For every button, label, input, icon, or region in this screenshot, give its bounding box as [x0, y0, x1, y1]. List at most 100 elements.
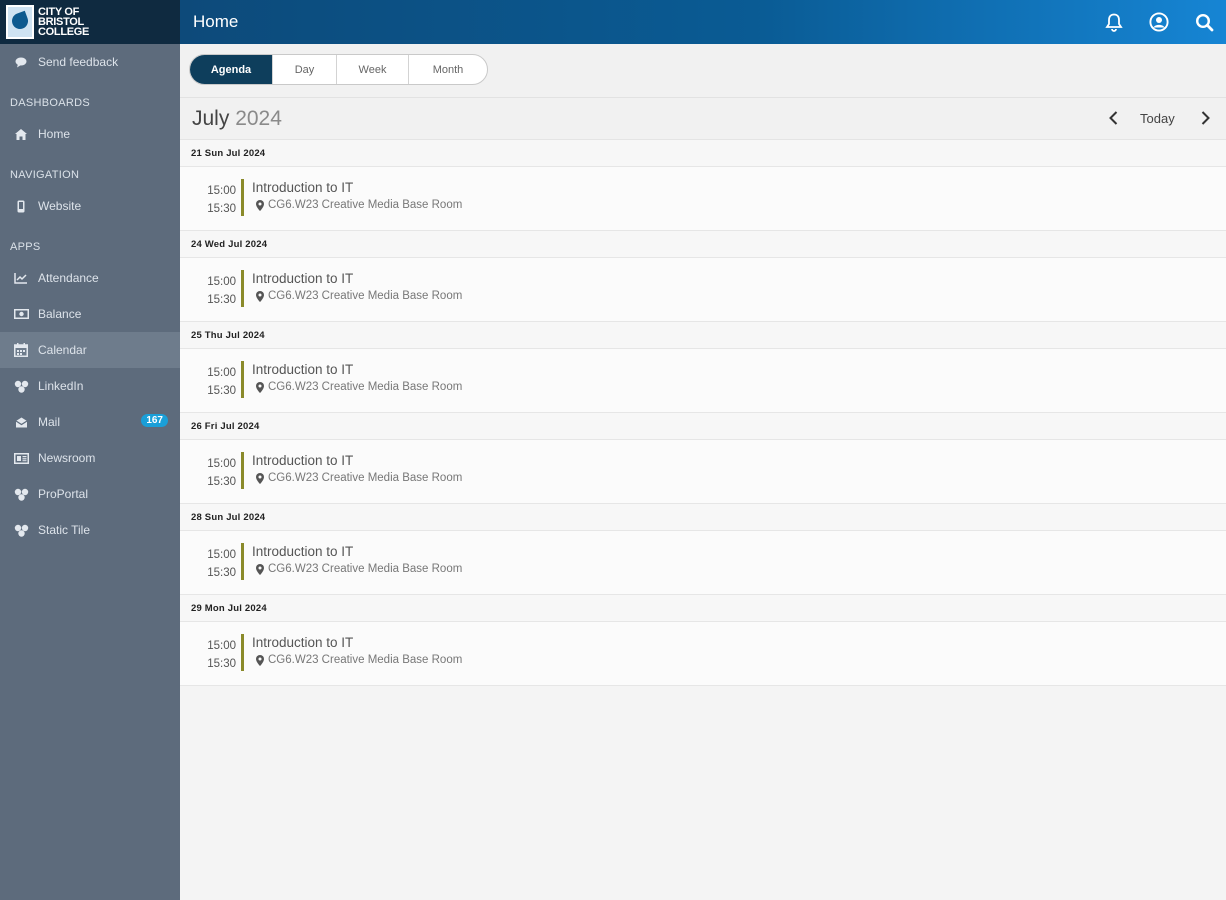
sidebar-item-label: ProPortal	[38, 487, 89, 501]
location-pin-icon	[256, 563, 264, 575]
location-pin-icon	[256, 199, 264, 211]
event-end-time: 15:30	[207, 385, 236, 397]
event-location: CG6.W23 Creative Media Base Room	[268, 472, 463, 484]
speech-bubble-icon	[12, 55, 30, 69]
event-title: Introduction to IT	[252, 271, 354, 286]
sidebar-item-attendance[interactable]: Attendance	[0, 260, 180, 296]
sidebar-item-label: Newsroom	[38, 451, 96, 465]
year-label: 2024	[235, 107, 282, 130]
home-icon	[12, 127, 30, 141]
location-pin-icon	[256, 472, 264, 484]
day-header: 26 Fri Jul 2024	[180, 413, 1226, 440]
tab-agenda[interactable]: Agenda	[190, 55, 273, 84]
agenda-event[interactable]: 15:00 15:30 Introduction to IT CG6.W23 C…	[180, 258, 1226, 322]
agenda-event[interactable]: 15:00 15:30 Introduction to IT CG6.W23 C…	[180, 531, 1226, 595]
sidebar-item-mail[interactable]: Mail 167	[0, 404, 180, 440]
location-pin-icon	[256, 654, 264, 666]
newspaper-icon	[12, 451, 30, 465]
event-title: Introduction to IT	[252, 635, 354, 650]
sidebar-item-static-tile[interactable]: Static Tile	[0, 512, 180, 548]
sidebar-item-label: Calendar	[38, 343, 87, 357]
chevron-left-icon[interactable]	[1106, 110, 1122, 126]
agenda-event[interactable]: 15:00 15:30 Introduction to IT CG6.W23 C…	[180, 167, 1226, 231]
mobile-phone-icon	[12, 199, 30, 213]
sidebar-item-balance[interactable]: Balance	[0, 296, 180, 332]
event-location: CG6.W23 Creative Media Base Room	[268, 654, 463, 666]
sidebar-section-navigation: NAVIGATION	[10, 169, 80, 181]
chart-line-icon	[12, 271, 30, 285]
search-icon[interactable]	[1193, 11, 1215, 33]
event-end-time: 15:30	[207, 658, 236, 670]
agenda-event[interactable]: 15:00 15:30 Introduction to IT CG6.W23 C…	[180, 622, 1226, 686]
agenda-event[interactable]: 15:00 15:30 Introduction to IT CG6.W23 C…	[180, 440, 1226, 504]
tab-month[interactable]: Month	[409, 55, 487, 84]
event-end-time: 15:30	[207, 476, 236, 488]
sidebar-item-send-feedback[interactable]: Send feedback	[0, 44, 180, 80]
agenda-list: 21 Sun Jul 2024 15:00 15:30 Introduction…	[180, 140, 1226, 686]
event-start-time: 15:00	[207, 276, 236, 288]
sidebar: CITY OF BRISTOL COLLEGE Send feedback DA…	[0, 0, 180, 900]
event-end-time: 15:30	[207, 294, 236, 306]
notifications-bell-icon[interactable]	[1103, 11, 1125, 33]
month-year-title: July 2024	[192, 107, 282, 131]
page-title: Home	[193, 12, 239, 31]
view-tabs-bar: Agenda Day Week Month	[180, 44, 1226, 98]
logo-emblem-icon	[6, 5, 34, 39]
sidebar-item-website[interactable]: Website	[0, 188, 180, 224]
user-profile-icon[interactable]	[1148, 11, 1170, 33]
sidebar-item-proportal[interactable]: ProPortal	[0, 476, 180, 512]
mail-unread-badge: 167	[141, 414, 168, 427]
sidebar-item-newsroom[interactable]: Newsroom	[0, 440, 180, 476]
location-pin-icon	[256, 381, 264, 393]
tab-day[interactable]: Day	[273, 55, 337, 84]
sidebar-item-label: Mail	[38, 415, 61, 429]
today-button[interactable]: Today	[1140, 111, 1175, 126]
day-header: 28 Sun Jul 2024	[180, 504, 1226, 531]
event-location: CG6.W23 Creative Media Base Room	[268, 563, 463, 575]
sidebar-item-label: Website	[38, 199, 82, 213]
tile-icon	[12, 487, 30, 501]
event-end-time: 15:30	[207, 203, 236, 215]
college-logo[interactable]: CITY OF BRISTOL COLLEGE	[0, 0, 180, 44]
event-title: Introduction to IT	[252, 180, 354, 195]
day-header: 29 Mon Jul 2024	[180, 595, 1226, 622]
event-location: CG6.W23 Creative Media Base Room	[268, 381, 463, 393]
event-start-time: 15:00	[207, 549, 236, 561]
sidebar-item-label: Home	[38, 127, 71, 141]
calendar-icon	[12, 343, 30, 357]
event-end-time: 15:30	[207, 567, 236, 579]
sidebar-item-label: Static Tile	[38, 523, 91, 537]
tile-icon	[12, 379, 30, 393]
logo-line-3: COLLEGE	[38, 26, 90, 38]
sidebar-item-linkedin[interactable]: LinkedIn	[0, 368, 180, 404]
month-header: July 2024 Today	[180, 98, 1226, 140]
sidebar-section-apps: APPS	[10, 241, 41, 253]
sidebar-item-calendar[interactable]: Calendar	[0, 332, 180, 368]
tab-week[interactable]: Week	[337, 55, 409, 84]
sidebar-section-dashboards: DASHBOARDS	[10, 97, 91, 109]
agenda-event[interactable]: 15:00 15:30 Introduction to IT CG6.W23 C…	[180, 349, 1226, 413]
month-name: July	[192, 107, 230, 130]
event-title: Introduction to IT	[252, 362, 354, 377]
event-start-time: 15:00	[207, 458, 236, 470]
sidebar-item-home[interactable]: Home	[0, 116, 180, 152]
event-start-time: 15:00	[207, 640, 236, 652]
event-location: CG6.W23 Creative Media Base Room	[268, 290, 463, 302]
event-title: Introduction to IT	[252, 453, 354, 468]
sidebar-item-label: Attendance	[38, 271, 99, 285]
mail-icon	[12, 415, 30, 429]
event-color-bar	[241, 543, 244, 580]
event-color-bar	[241, 634, 244, 671]
event-location: CG6.W23 Creative Media Base Room	[268, 199, 463, 211]
event-color-bar	[241, 452, 244, 489]
view-switcher: Agenda Day Week Month	[189, 54, 488, 85]
event-start-time: 15:00	[207, 185, 236, 197]
top-header: Home	[180, 0, 1226, 44]
event-title: Introduction to IT	[252, 544, 354, 559]
money-icon	[12, 307, 30, 321]
day-header: 24 Wed Jul 2024	[180, 231, 1226, 258]
event-color-bar	[241, 270, 244, 307]
event-start-time: 15:00	[207, 367, 236, 379]
chevron-right-icon[interactable]	[1197, 110, 1213, 126]
day-header: 25 Thu Jul 2024	[180, 322, 1226, 349]
